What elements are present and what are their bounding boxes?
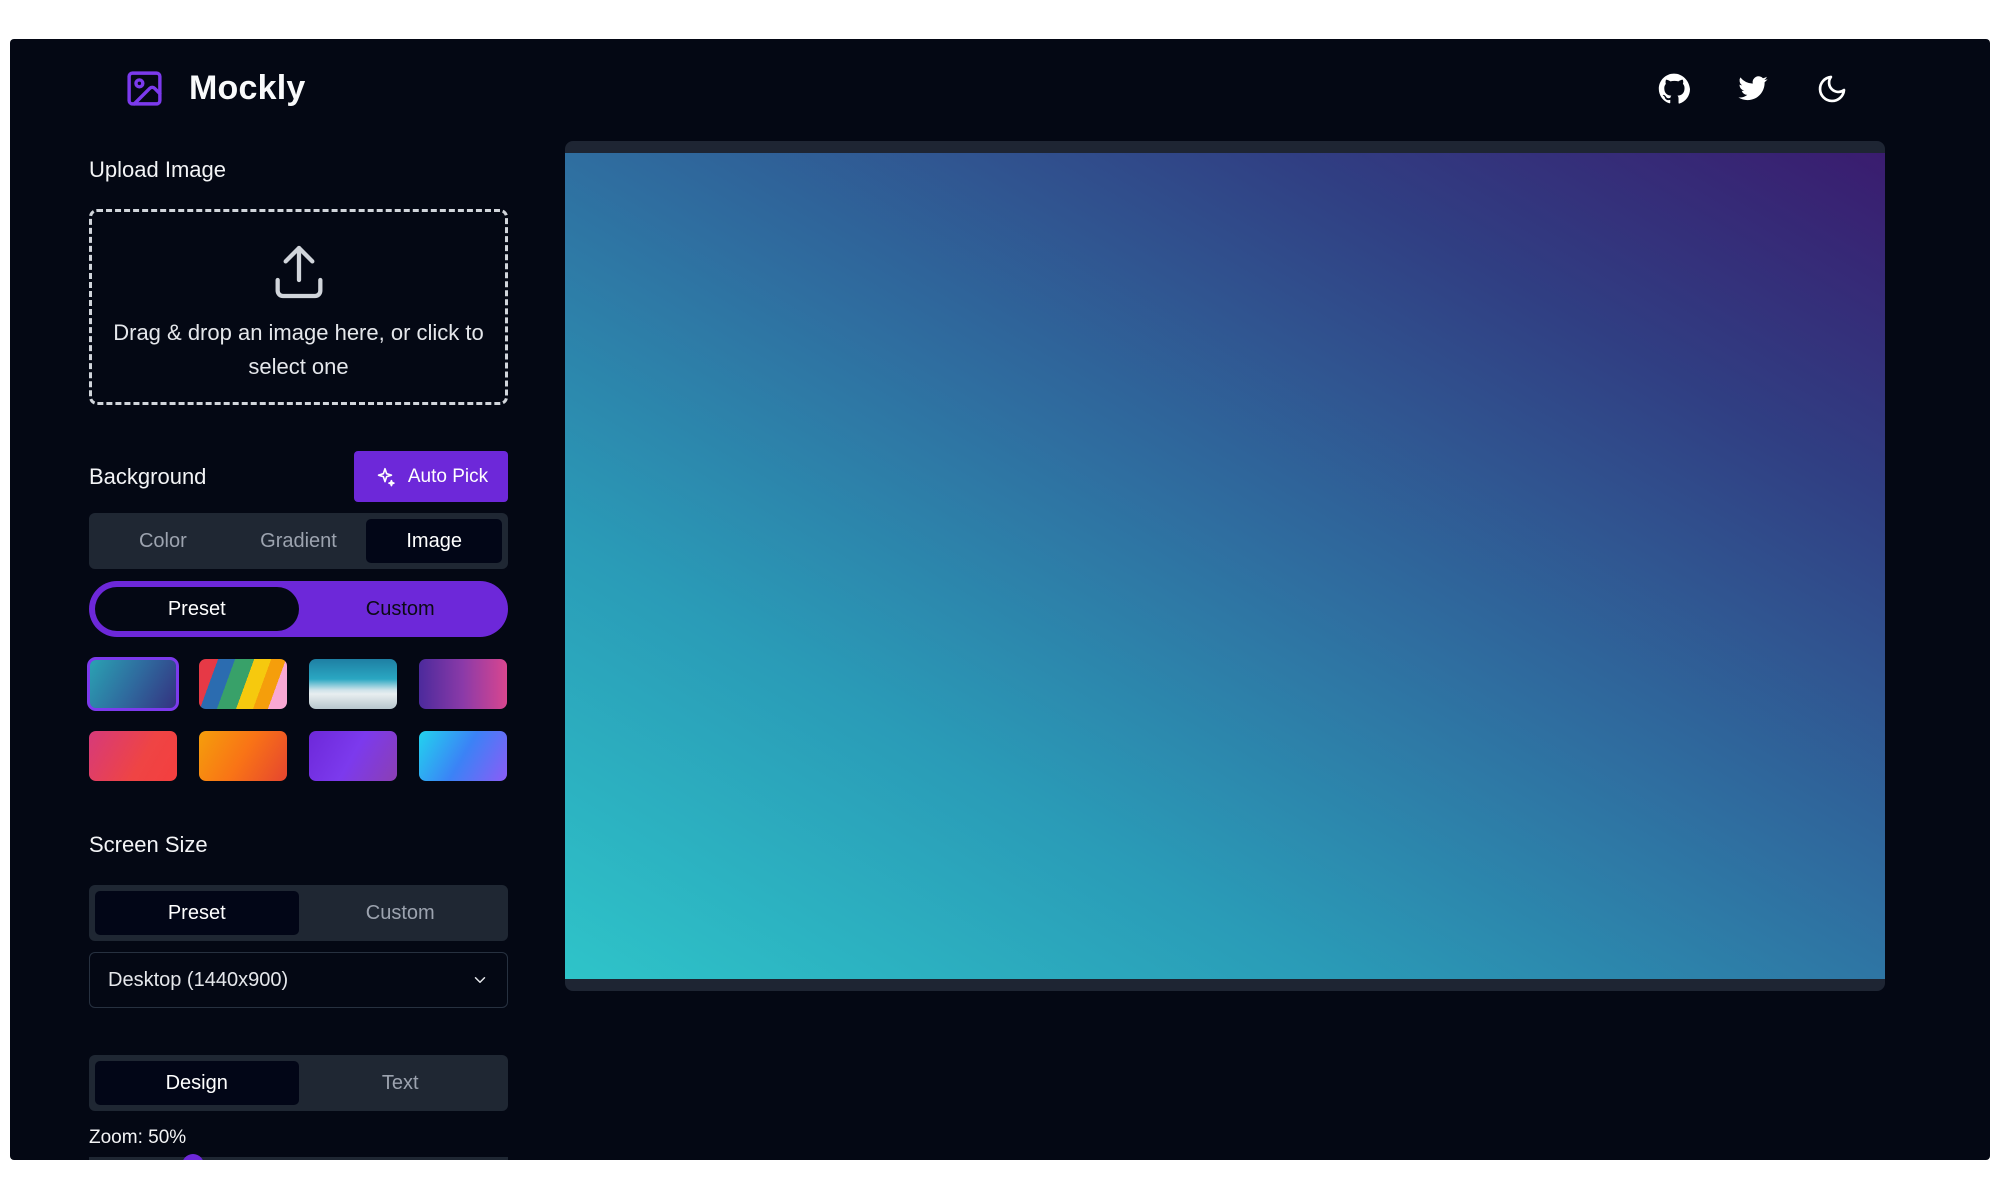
auto-pick-button[interactable]: Auto Pick [354,451,508,502]
tab-color[interactable]: Color [95,519,231,563]
upload-icon [275,245,322,299]
tab-text[interactable]: Text [299,1061,503,1105]
background-type-tabs: Color Gradient Image [89,513,508,569]
background-source-tabs: Preset Custom [89,581,508,637]
background-title: Background [89,464,207,489]
screen-size-select[interactable]: Desktop (1440x900) [89,952,508,1008]
twitter-icon [1737,75,1768,100]
panel-tabs: Design Text [89,1055,508,1111]
app-window: Mockly Upload Image Drag & drop an image… [10,39,1990,1160]
swatch-ocean-beach[interactable] [309,659,397,709]
swatch-teal-indigo[interactable] [87,657,179,711]
image-icon [127,71,162,106]
tab-size-preset[interactable]: Preset [95,891,299,935]
header-actions [1655,70,1850,107]
tab-preset[interactable]: Preset [95,587,299,631]
dropzone-text: Drag & drop an image here, or click to s… [113,320,484,379]
tab-size-custom[interactable]: Custom [299,891,503,935]
screen-size-tabs: Preset Custom [89,885,508,941]
auto-pick-label: Auto Pick [407,465,489,487]
moon-icon [1818,75,1845,102]
screen-size-value: Desktop (1440x900) [108,968,289,991]
upload-title: Upload Image [89,157,226,182]
logo[interactable]: Mockly [124,68,305,109]
sparkles-icon [377,467,395,486]
brand-name: Mockly [189,69,306,107]
twitter-link[interactable] [1734,70,1771,107]
chevron-down-icon [474,977,486,983]
zoom-slider[interactable] [89,1157,508,1160]
swatch-orange-red[interactable] [199,731,287,781]
swatch-pink-red[interactable] [89,731,177,781]
github-link[interactable] [1655,70,1692,107]
mockup-preview [565,141,1885,991]
zoom-label: Zoom: 50% [89,1127,187,1148]
github-icon [1658,73,1690,104]
zoom-slider-thumb[interactable] [182,1154,204,1160]
swatch-colorful-stripes[interactable] [199,659,287,709]
background-swatches [87,657,508,781]
upload-dropzone[interactable]: Drag & drop an image here, or click to s… [89,209,508,405]
tab-design[interactable]: Design [95,1061,299,1105]
swatch-purple-pink[interactable] [419,659,507,709]
preview-background [565,153,1885,979]
theme-toggle[interactable] [1813,70,1850,107]
screen-size-title: Screen Size [89,832,208,857]
swatch-cyan-violet[interactable] [419,731,507,781]
tab-custom[interactable]: Custom [299,587,503,631]
swatch-purple[interactable] [309,731,397,781]
tab-image[interactable]: Image [366,519,503,563]
tab-gradient[interactable]: Gradient [231,519,367,563]
